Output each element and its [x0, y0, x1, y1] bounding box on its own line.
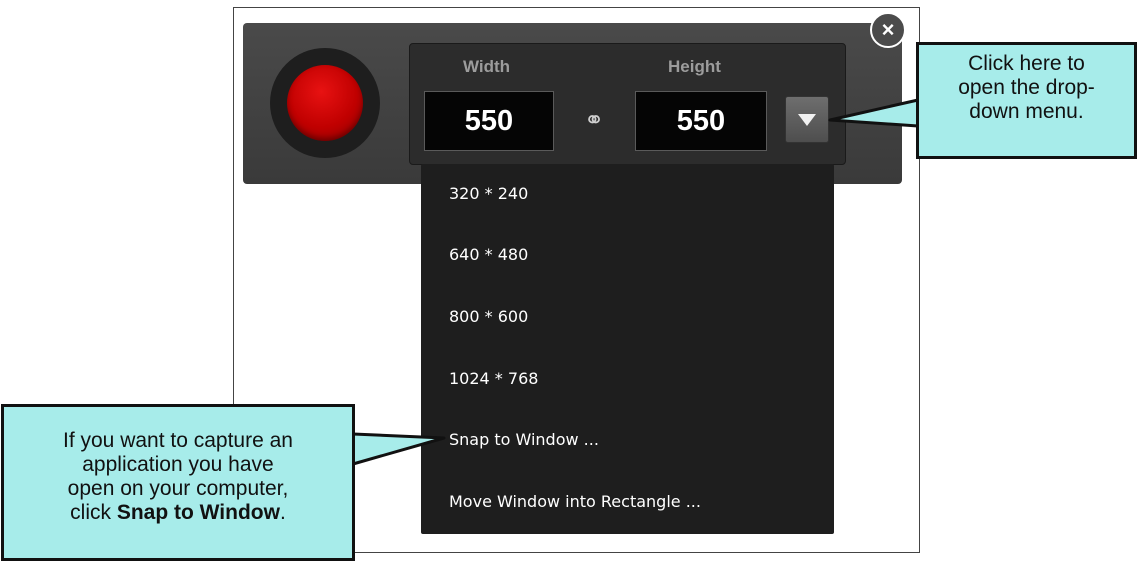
snap-callout-suffix: .	[279, 501, 286, 524]
snap-callout-prefix: click	[70, 501, 117, 524]
snap-callout-tail	[351, 432, 446, 466]
dropdown-callout-line1: Click here to	[968, 52, 1085, 75]
snap-callout-line2: application you have	[82, 453, 274, 476]
dropdown-callout-line2: open the drop-	[958, 76, 1095, 99]
snap-callout: If you want to capture an application yo…	[1, 404, 355, 561]
dropdown-callout: Click here to open the drop- down menu.	[916, 42, 1137, 159]
snap-callout-bold: Snap to Window	[116, 501, 280, 524]
dropdown-callout-tail	[828, 98, 920, 128]
snap-callout-line1: If you want to capture an	[63, 429, 293, 452]
snap-callout-line3: open on your computer,	[67, 477, 289, 500]
dropdown-callout-line3: down menu.	[969, 100, 1084, 123]
snap-callout-line4: click Snap to Window.	[4, 501, 352, 525]
